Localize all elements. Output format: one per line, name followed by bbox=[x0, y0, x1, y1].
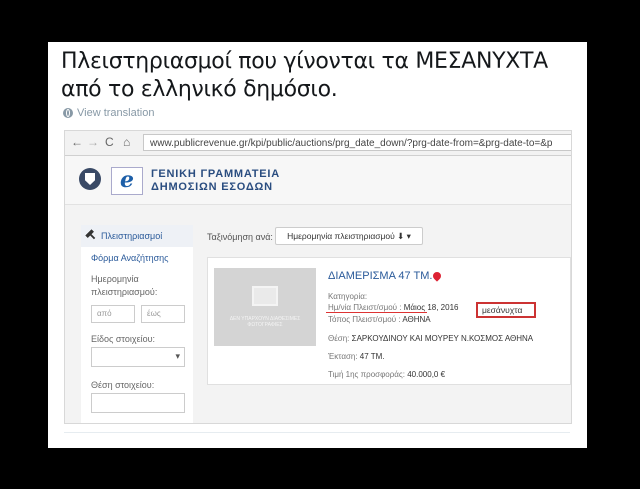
greek-crest-icon bbox=[79, 168, 101, 190]
area-label: Έκταση: bbox=[328, 352, 358, 361]
sidebar: Πλειστηριασμοί Φόρμα Αναζήτησης Ημερομην… bbox=[81, 225, 193, 423]
listing-photo-placeholder: ΔΕΝ ΥΠΑΡΧΟΥΝ ΔΙΑΘΕΣΙΜΕΣ ΦΩΤΟΓΡΑΦΙΕΣ bbox=[214, 268, 316, 346]
reload-icon[interactable]: C bbox=[105, 135, 114, 149]
price-value: 40.000,0 € bbox=[407, 370, 446, 379]
divider bbox=[64, 432, 570, 433]
auction-date-value: Μάιος 18, 2016 bbox=[403, 303, 459, 312]
price-row: Τιμή 1ης προσφοράς: 40.000,0 € bbox=[328, 370, 445, 379]
location-label: Θέση: bbox=[328, 334, 350, 343]
auction-place-label: Τόπος Πλειστ/σμού : bbox=[328, 315, 401, 324]
address-bar[interactable]: www.publicrevenue.gr/kpi/public/auctions… bbox=[143, 134, 571, 151]
auction-place-row: Τόπος Πλειστ/σμού : ΑΘΗΝΑ bbox=[328, 315, 431, 324]
org-line-2: ΔΗΜΟΣΙΩΝ ΕΣΟΔΩΝ bbox=[151, 181, 273, 193]
auction-date-row: Ημ/νία Πλειστ/σμού : Μάιος 18, 2016 bbox=[328, 303, 458, 312]
sort-label: Ταξινόμηση ανά: bbox=[207, 232, 273, 242]
sort-dropdown[interactable]: Ημερομηνία πλειστηριασμού ⬇ ▾ bbox=[275, 227, 423, 245]
sidebar-item-auctions[interactable]: Πλειστηριασμοί bbox=[81, 225, 193, 247]
org-name: ΓΕΝΙΚΗ ΓΡΑΜΜΑΤΕΙΑ ΔΗΜΟΣΙΩΝ ΕΣΟΔΩΝ bbox=[151, 168, 280, 194]
image-icon bbox=[252, 286, 278, 306]
price-label: Τιμή 1ης προσφοράς: bbox=[328, 370, 405, 379]
location-value: ΣΑΡΚΟΥΔΙΝΟΥ ΚΑΙ ΜΟΥΡΕΥ Ν.ΚΟΣΜΟΣ ΑΘΗΝΑ bbox=[351, 334, 534, 343]
back-icon[interactable]: ← bbox=[71, 135, 83, 149]
home-icon[interactable]: ⌂ bbox=[123, 135, 130, 149]
listing-title[interactable]: ΔΙΑΜΕΡΙΣΜΑ 47 ΤΜ. bbox=[328, 270, 432, 282]
e-logo: e bbox=[111, 167, 143, 195]
midnight-highlight: μεσάνυχτα bbox=[476, 302, 536, 318]
no-photos-text: ΔΕΝ ΥΠΑΡΧΟΥΝ ΔΙΑΘΕΣΙΜΕΣ ΦΩΤΟΓΡΑΦΙΕΣ bbox=[229, 316, 301, 328]
item-type-select[interactable] bbox=[91, 347, 185, 367]
browser-toolbar: ← → C ⌂ www.publicrevenue.gr/kpi/public/… bbox=[65, 131, 571, 156]
search-form-link[interactable]: Φόρμα Αναζήτησης bbox=[91, 253, 169, 263]
item-location-label: Θέση στοιχείου: bbox=[91, 380, 155, 390]
red-underline-annotation bbox=[326, 312, 427, 313]
auction-place-value: ΑΘΗΝΑ bbox=[402, 315, 431, 324]
view-translation-link[interactable]: View translation bbox=[63, 107, 154, 119]
item-location-input[interactable] bbox=[91, 393, 185, 413]
date-from-input[interactable]: από bbox=[91, 305, 135, 323]
map-pin-icon[interactable] bbox=[431, 270, 443, 282]
item-type-label: Είδος στοιχείου: bbox=[91, 334, 156, 344]
auction-date-label: Ημ/νία Πλειστ/σμού : bbox=[328, 303, 402, 312]
forward-icon[interactable]: → bbox=[87, 135, 99, 149]
site-header: e ΓΕΝΙΚΗ ΓΡΑΜΜΑΤΕΙΑ ΔΗΜΟΣΙΩΝ ΕΣΟΔΩΝ bbox=[65, 156, 571, 205]
gavel-icon bbox=[85, 229, 98, 242]
sidebar-item-label: Πλειστηριασμοί bbox=[101, 231, 163, 241]
tweet-text: Πλειστηριασμοί που γίνονται τα ΜΕΣΑΝΥΧΤΑ… bbox=[61, 49, 548, 102]
location-row: Θέση: ΣΑΡΚΟΥΔΙΝΟΥ ΚΑΙ ΜΟΥΡΕΥ Ν.ΚΟΣΜΟΣ ΑΘ… bbox=[328, 334, 533, 343]
area-row: Έκταση: 47 ΤΜ. bbox=[328, 352, 385, 361]
globe-icon bbox=[63, 108, 73, 118]
area-value: 47 ΤΜ. bbox=[359, 352, 385, 361]
category-label: Κατηγορία: bbox=[328, 292, 368, 301]
date-to-input[interactable]: έως bbox=[141, 305, 185, 323]
auction-date-label: Ημερομηνία πλειστηριασμού: bbox=[91, 274, 158, 297]
tweet-card: Πλειστηριασμοί που γίνονται τα ΜΕΣΑΝΥΧΤΑ… bbox=[48, 42, 587, 448]
org-line-1: ΓΕΝΙΚΗ ΓΡΑΜΜΑΤΕΙΑ bbox=[151, 168, 280, 180]
embedded-screenshot[interactable]: ← → C ⌂ www.publicrevenue.gr/kpi/public/… bbox=[64, 130, 572, 424]
auction-listing[interactable]: ΔΕΝ ΥΠΑΡΧΟΥΝ ΔΙΑΘΕΣΙΜΕΣ ΦΩΤΟΓΡΑΦΙΕΣ ΔΙΑΜ… bbox=[207, 257, 571, 385]
view-translation-label: View translation bbox=[77, 107, 155, 119]
